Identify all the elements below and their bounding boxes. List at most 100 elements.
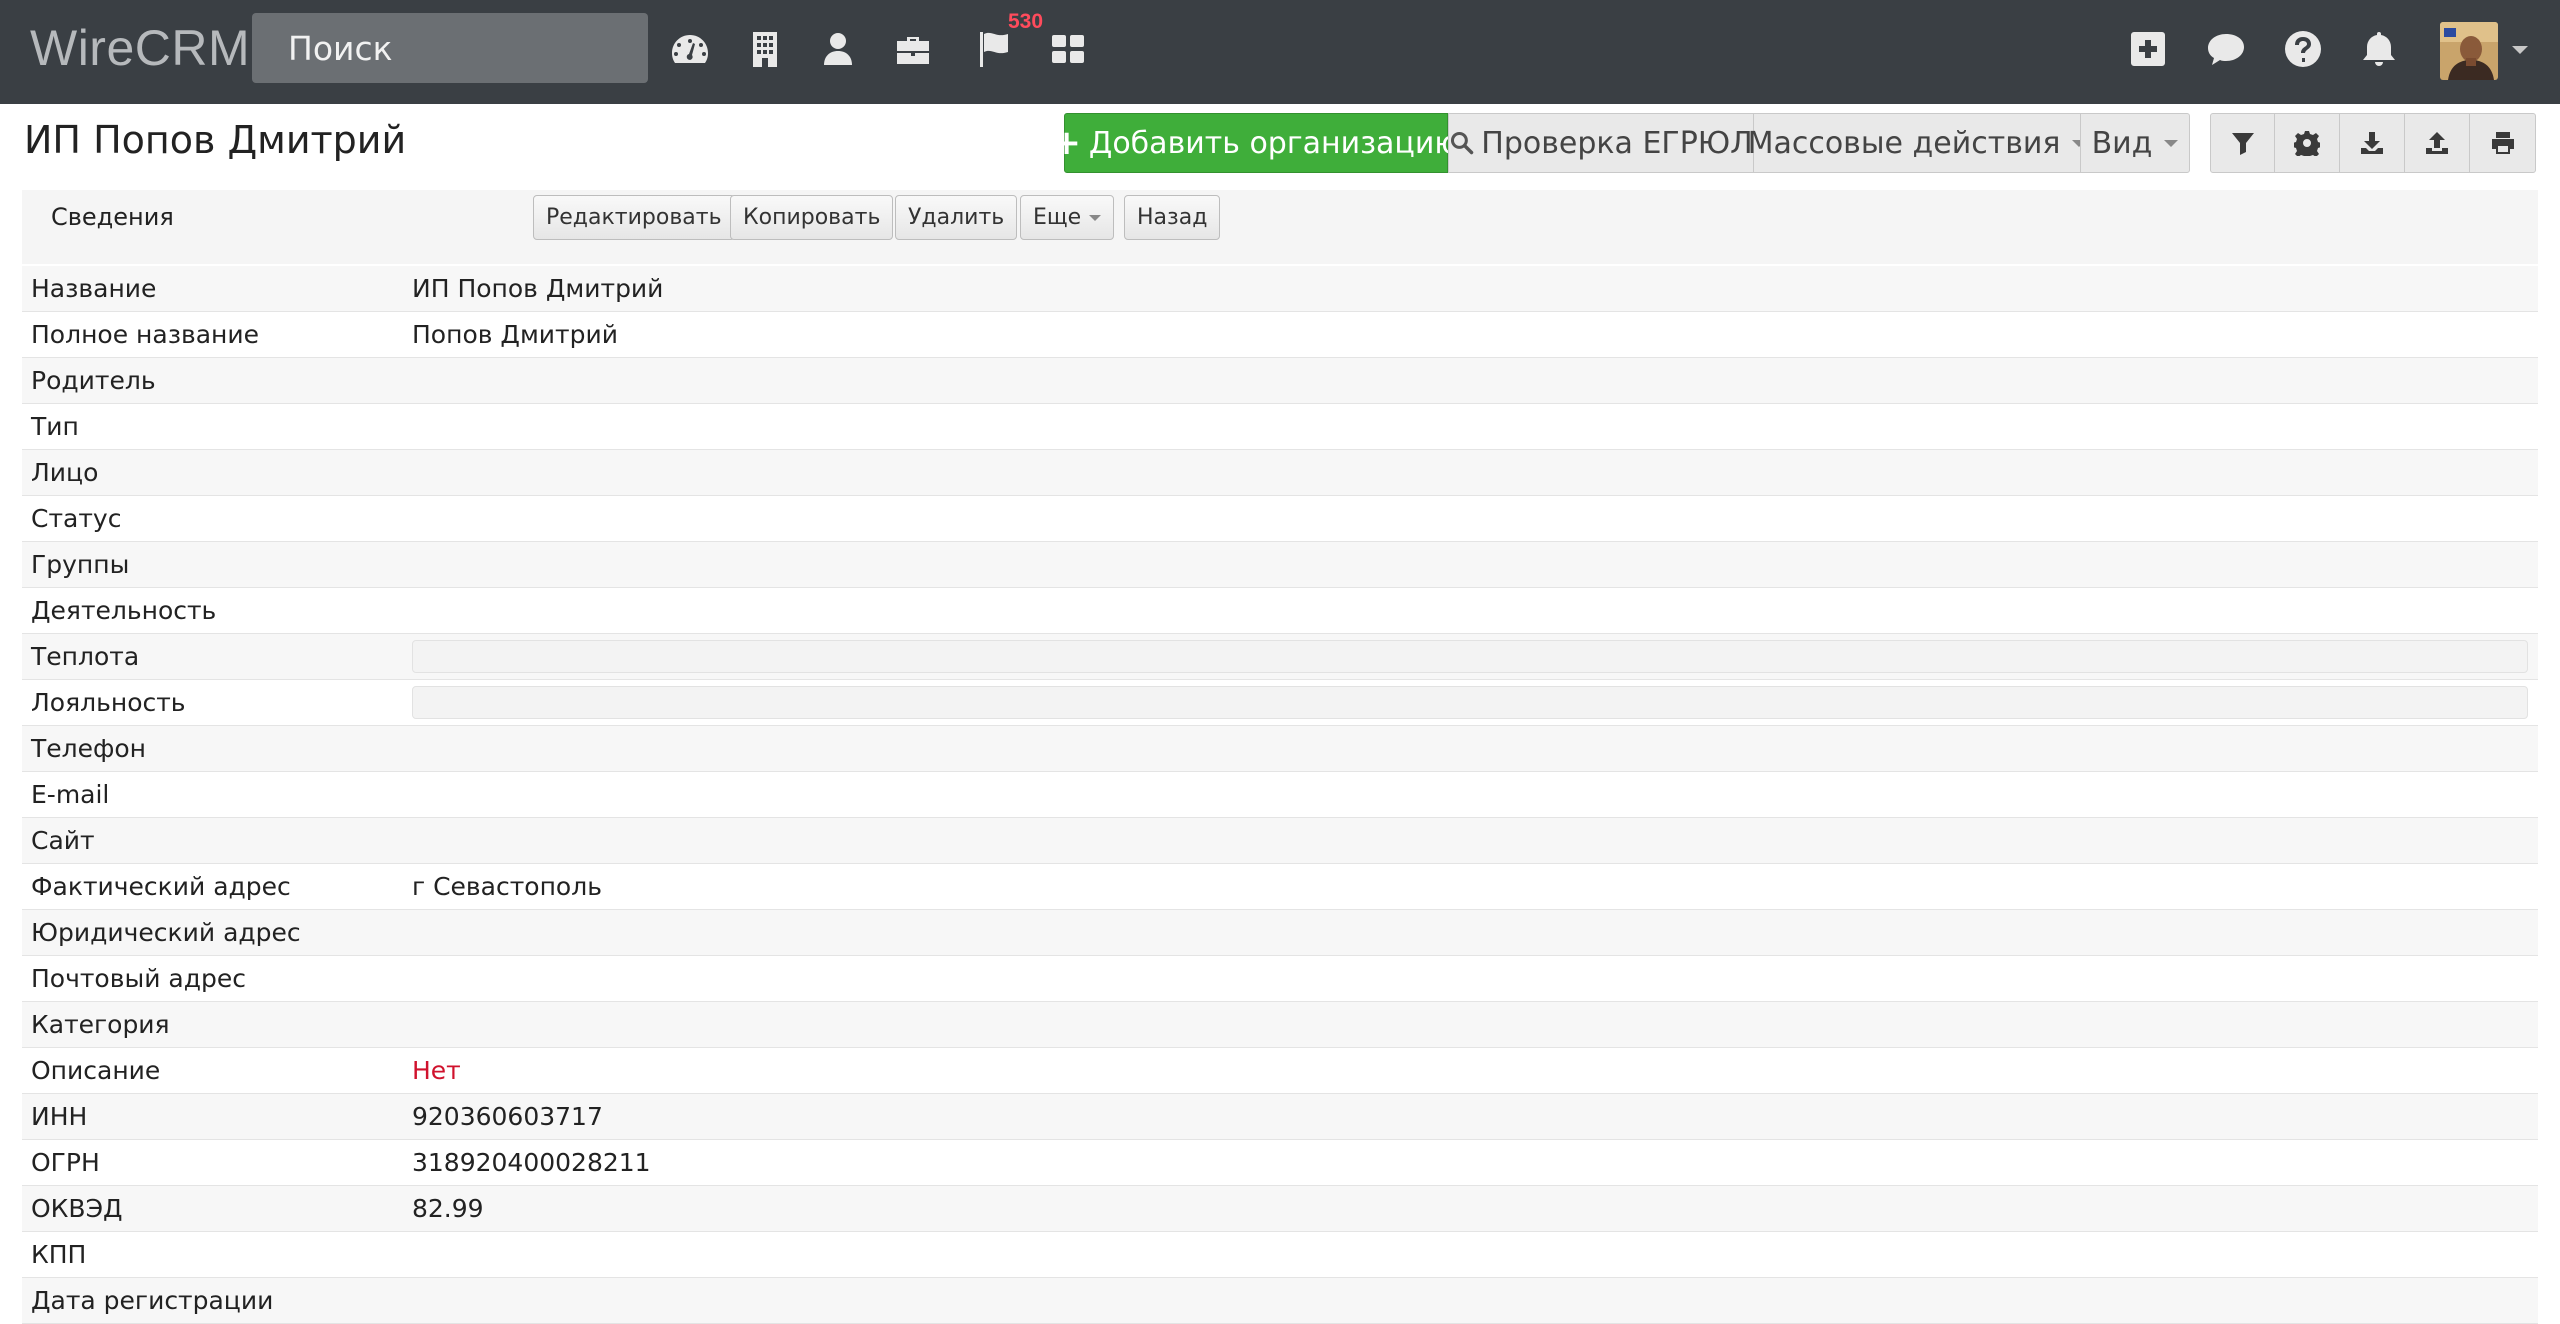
detail-label: Дата регистрации	[31, 1286, 274, 1315]
detail-label: КПП	[31, 1240, 87, 1269]
tab-info[interactable]: Сведения	[51, 203, 174, 231]
edit-button[interactable]: Редактировать	[533, 195, 735, 240]
detail-row: E-mail	[22, 772, 2538, 818]
detail-row: Сайт	[22, 818, 2538, 864]
detail-row: Фактический адрес г Севастополь	[22, 864, 2538, 910]
detail-label: Телефон	[31, 734, 147, 763]
rating-bar	[412, 640, 2528, 673]
detail-label: Родитель	[31, 366, 156, 395]
top-navbar: WireCRM 530	[0, 0, 2560, 104]
detail-value: 82.99	[412, 1194, 484, 1223]
detail-label: Сайт	[31, 826, 95, 855]
detail-label: Название	[31, 274, 157, 303]
detail-row: Тип	[22, 404, 2538, 450]
detail-row: Телефон	[22, 726, 2538, 772]
detail-row: ИНН 920360603717	[22, 1094, 2538, 1140]
search-icon	[1451, 131, 1474, 155]
detail-label: Статус	[31, 504, 122, 533]
detail-label: Фактический адрес	[31, 872, 291, 901]
detail-label: ОГРН	[31, 1148, 100, 1177]
detail-label: ИНН	[31, 1102, 88, 1131]
view-dropdown[interactable]: Вид	[2080, 113, 2190, 173]
detail-value: г Севастополь	[412, 872, 602, 901]
detail-row: Деятельность	[22, 588, 2538, 634]
grid-icon[interactable]	[1043, 24, 1093, 74]
more-label: Еще	[1033, 205, 1082, 230]
detail-row: Статус	[22, 496, 2538, 542]
detail-row: Группы	[22, 542, 2538, 588]
delete-button[interactable]: Удалить	[895, 195, 1018, 240]
detail-value: 318920400028211	[412, 1148, 651, 1177]
gear-icon	[2294, 131, 2320, 156]
chat-icon[interactable]	[2201, 24, 2251, 74]
caret-down-icon	[1089, 214, 1102, 221]
record-subbar	[22, 190, 2538, 264]
upload-icon	[2426, 132, 2448, 154]
add-organization-label: Добавить организацию	[1088, 125, 1460, 161]
check-egrul-button[interactable]: Проверка ЕГРЮЛ	[1448, 113, 1754, 173]
print-icon	[2491, 132, 2514, 154]
add-organization-button[interactable]: + Добавить организацию	[1052, 113, 1460, 173]
rating-bar	[412, 686, 2528, 719]
detail-row: Теплота	[22, 634, 2538, 680]
detail-label: Категория	[31, 1010, 170, 1039]
detail-row: Почтовый адрес	[22, 956, 2538, 1002]
filter-icon	[2231, 133, 2254, 155]
details-table: Название ИП Попов Дмитрий Полное название П…	[22, 266, 2538, 1324]
search-input[interactable]	[252, 13, 648, 83]
detail-label: Теплота	[31, 642, 140, 671]
upload-button[interactable]	[2404, 113, 2470, 173]
detail-row: Категория	[22, 1002, 2538, 1048]
detail-label: Описание	[31, 1056, 161, 1085]
view-label: Вид	[2091, 125, 2153, 161]
notification-badge: 530	[1008, 10, 1044, 33]
detail-value: 920360603717	[412, 1102, 603, 1131]
plus-square-icon[interactable]	[2123, 24, 2173, 74]
mass-actions-dropdown[interactable]: Массовые действия	[1748, 113, 2087, 173]
detail-row: Название ИП Попов Дмитрий	[22, 266, 2538, 312]
more-dropdown[interactable]: Еще	[1020, 195, 1115, 240]
detail-row: Дата регистрации	[22, 1278, 2538, 1324]
user-menu-caret[interactable]	[2512, 46, 2528, 54]
plus-icon: +	[1052, 123, 1081, 163]
print-button[interactable]	[2469, 113, 2536, 173]
detail-value: Нет	[412, 1056, 461, 1085]
copy-button[interactable]: Копировать	[730, 195, 894, 240]
detail-row: Лояльность	[22, 680, 2538, 726]
detail-label: Полное название	[31, 320, 260, 349]
caret-down-icon	[2164, 139, 2179, 147]
detail-row: КПП	[22, 1232, 2538, 1278]
detail-row: ОКВЭД 82.99	[22, 1186, 2538, 1232]
check-egrul-label: Проверка ЕГРЮЛ	[1481, 125, 1753, 161]
detail-label: Почтовый адрес	[31, 964, 246, 993]
detail-row: Описание Нет	[22, 1048, 2538, 1094]
detail-label: Тип	[31, 412, 79, 441]
detail-label: E-mail	[31, 780, 110, 809]
detail-value: Попов Дмитрий	[412, 320, 618, 349]
user-icon[interactable]	[813, 24, 863, 74]
detail-label: ОКВЭД	[31, 1194, 123, 1223]
back-button[interactable]: Назад	[1124, 195, 1221, 240]
detail-label: Деятельность	[31, 596, 217, 625]
detail-row: Родитель	[22, 358, 2538, 404]
detail-label: Лицо	[31, 458, 99, 487]
detail-label: Лояльность	[31, 688, 186, 717]
download-icon	[2361, 132, 2383, 154]
detail-label: Юридический адрес	[31, 918, 301, 947]
settings-button[interactable]	[2274, 113, 2340, 173]
detail-label: Группы	[31, 550, 130, 579]
building-icon[interactable]	[740, 24, 790, 74]
download-button[interactable]	[2339, 113, 2405, 173]
avatar[interactable]	[2440, 22, 2498, 80]
filter-button[interactable]	[2210, 113, 2275, 173]
page-title: ИП Попов Дмитрий	[24, 118, 407, 162]
detail-row: Полное название Попов Дмитрий	[22, 312, 2538, 358]
help-icon[interactable]	[2278, 24, 2328, 74]
mass-actions-label: Массовые действия	[1747, 125, 2061, 161]
briefcase-icon[interactable]	[888, 24, 938, 74]
brand-logo[interactable]: WireCRM	[30, 18, 250, 78]
dashboard-icon[interactable]	[665, 24, 715, 74]
detail-value: ИП Попов Дмитрий	[412, 274, 664, 303]
bell-icon[interactable]	[2354, 24, 2404, 74]
detail-row: ОГРН 318920400028211	[22, 1140, 2538, 1186]
